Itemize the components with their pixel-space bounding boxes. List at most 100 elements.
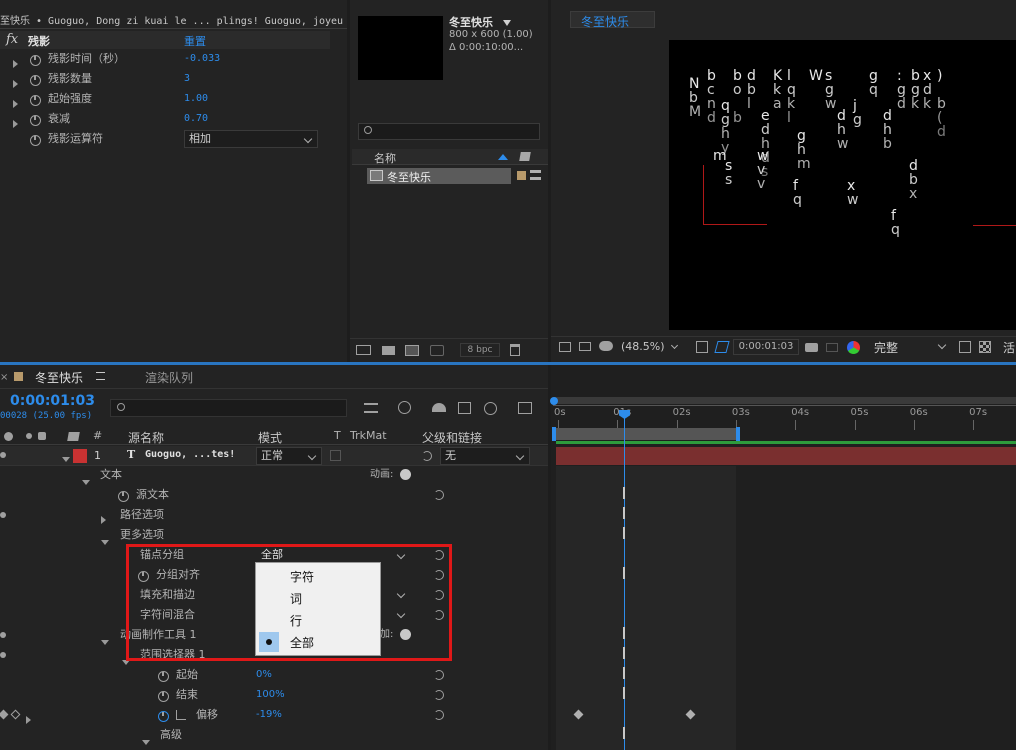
keyframe-marker[interactable]: [623, 687, 625, 699]
trkmat-box[interactable]: [330, 450, 341, 461]
current-time-display[interactable]: 0:00:01:03: [10, 393, 95, 409]
stopwatch-icon[interactable]: [30, 55, 41, 66]
prop-value[interactable]: 3: [184, 69, 190, 89]
layer-duration-bar[interactable]: [556, 447, 1016, 465]
graph-editor-icon[interactable]: [518, 402, 532, 414]
label-tag-icon[interactable]: [67, 432, 80, 441]
navigator-start-handle[interactable]: [550, 397, 558, 405]
new-folder-icon[interactable]: [382, 346, 395, 355]
keyframe-marker[interactable]: [623, 567, 625, 579]
pickwhip-icon[interactable]: [434, 690, 444, 700]
column-mode[interactable]: 模式: [258, 429, 282, 446]
work-area-bar[interactable]: [556, 428, 736, 440]
menu-item-all[interactable]: 全部: [256, 632, 380, 652]
eye-icon[interactable]: [0, 652, 6, 658]
pickwhip-icon[interactable]: [434, 710, 444, 720]
prop-value[interactable]: 1.00: [184, 89, 208, 109]
viewer-timecode[interactable]: 0:00:01:03: [733, 339, 799, 355]
comp-canvas[interactable]: NbMbcndqghybobdbledhdsKkalqklghmWsgwdhwj…: [669, 40, 1016, 330]
trash-icon[interactable]: [510, 344, 520, 356]
pickwhip-icon[interactable]: [434, 670, 444, 680]
pickwhip-icon[interactable]: [434, 490, 444, 500]
parent-dropdown[interactable]: 无: [440, 447, 530, 465]
grid-guide-icon[interactable]: [696, 341, 708, 353]
resolution-dropdown[interactable]: 完整: [867, 339, 951, 355]
prop-row-advanced[interactable]: 高级: [0, 725, 548, 745]
stopwatch-active-icon[interactable]: [158, 711, 169, 722]
column-name[interactable]: 名称: [374, 150, 396, 166]
prop-row-more-options[interactable]: 更多选项: [0, 525, 548, 545]
layer-row[interactable]: 1 T Guoguo, ...tes! 正常 无: [0, 446, 548, 466]
expand-icon[interactable]: [142, 732, 150, 750]
lock-icon[interactable]: [38, 432, 46, 440]
project-item-row[interactable]: 冬至快乐: [367, 168, 511, 184]
keyframe-nav-left-icon[interactable]: [0, 709, 9, 720]
eye-icon[interactable]: [0, 452, 6, 458]
animate-play-icon[interactable]: [400, 469, 411, 480]
prop-row-source-text[interactable]: 源文本: [0, 485, 548, 505]
toggle-transparency-icon[interactable]: [959, 341, 971, 353]
shy-layers-icon[interactable]: [432, 403, 446, 412]
prop-value[interactable]: 0.70: [184, 109, 208, 129]
prop-value[interactable]: 100%: [256, 685, 285, 705]
zoom-dropdown[interactable]: (48.5%): [621, 340, 679, 353]
show-snapshot-icon[interactable]: [826, 343, 838, 352]
stopwatch-icon[interactable]: [30, 75, 41, 86]
viewer-tab[interactable]: 冬至快乐: [570, 11, 655, 29]
eye-icon[interactable]: [0, 512, 6, 518]
stopwatch-icon[interactable]: [118, 491, 129, 502]
checkerboard-icon[interactable]: [979, 341, 991, 353]
column-parent[interactable]: 父级和链接: [422, 429, 482, 446]
keyframe-marker[interactable]: [623, 647, 625, 659]
column-trkmat[interactable]: TrkMat: [350, 429, 387, 442]
timeline-search-input[interactable]: [110, 399, 347, 417]
stopwatch-icon[interactable]: [158, 671, 169, 682]
operator-dropdown[interactable]: 相加: [184, 130, 318, 148]
keyframe-marker[interactable]: [623, 487, 625, 499]
hamburger-menu-icon[interactable]: [96, 372, 105, 380]
menu-item-line[interactable]: 行: [256, 610, 380, 630]
keyframe-diamond-icon[interactable]: [10, 709, 21, 720]
layer-name[interactable]: Guoguo, ...tes!: [145, 449, 235, 460]
effect-header-row[interactable]: fx 残影 重置: [0, 31, 330, 49]
prop-value[interactable]: -19%: [256, 705, 282, 725]
prop-row-end[interactable]: 结束 100%: [0, 685, 548, 705]
work-area-end[interactable]: [736, 427, 740, 441]
stopwatch-icon[interactable]: [30, 135, 41, 146]
tab-render-queue[interactable]: 渲染队列: [145, 369, 193, 386]
solo-audio-icon[interactable]: [4, 432, 13, 441]
caret-down-icon[interactable]: [502, 20, 511, 26]
stopwatch-icon[interactable]: [30, 115, 41, 126]
prop-row-offset[interactable]: 偏移 -19%: [0, 705, 548, 725]
prop-value[interactable]: -0.033: [184, 49, 220, 69]
active-camera-label[interactable]: 活: [1003, 339, 1015, 356]
flowchart-icon[interactable]: [530, 170, 541, 180]
menu-item-character[interactable]: 字符: [256, 566, 380, 586]
comp-title[interactable]: 冬至快乐: [449, 14, 511, 30]
label-color-swatch[interactable]: [517, 171, 526, 180]
prop-row-text[interactable]: 文本 动画:: [0, 465, 548, 485]
keyframe-marker[interactable]: [623, 727, 625, 739]
reset-link[interactable]: 重置: [184, 33, 206, 49]
close-tab-icon[interactable]: ×: [0, 372, 8, 383]
camera-snapshot-icon[interactable]: [805, 343, 818, 352]
layer-mode-dropdown[interactable]: 正常: [256, 447, 322, 465]
tab-timeline-comp[interactable]: 冬至快乐: [35, 369, 83, 386]
column-source-name[interactable]: 源名称: [128, 429, 164, 446]
flowchart-settings-icon[interactable]: [430, 345, 444, 356]
stopwatch-icon[interactable]: [30, 95, 41, 106]
project-search-input[interactable]: [358, 123, 540, 140]
fx-icon[interactable]: fx: [6, 32, 18, 47]
keyframe-marker[interactable]: [623, 507, 625, 519]
keyframe-marker[interactable]: [623, 627, 625, 639]
monitor-icon[interactable]: [579, 342, 591, 351]
prop-value[interactable]: 0%: [256, 665, 272, 685]
work-area-start[interactable]: [552, 427, 556, 441]
keyframe-marker[interactable]: [623, 527, 625, 539]
graph-icon[interactable]: [176, 710, 186, 720]
eye-icon[interactable]: [0, 632, 6, 638]
prop-row-path-options[interactable]: 路径选项: [0, 505, 548, 525]
layer-label-color[interactable]: [73, 449, 87, 463]
keyframe-marker[interactable]: [623, 667, 625, 679]
stopwatch-icon[interactable]: [158, 691, 169, 702]
